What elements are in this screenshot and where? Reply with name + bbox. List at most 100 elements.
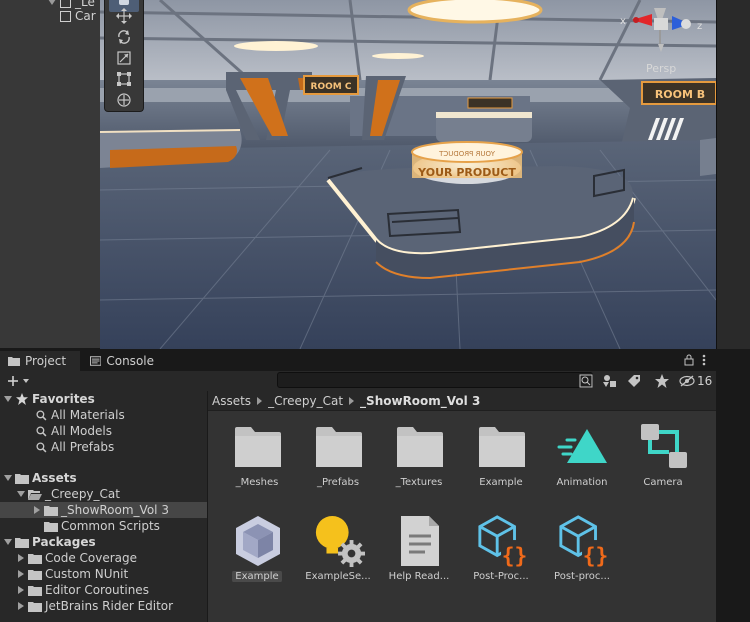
asset-label: Example (479, 477, 523, 488)
expand-arrow-icon[interactable] (3, 537, 13, 547)
expand-arrow-icon[interactable] (16, 569, 26, 579)
transform-tool-palette (104, 0, 144, 112)
rotate-tool-button[interactable] (109, 27, 139, 47)
tab-project[interactable]: Project (0, 351, 80, 371)
asset-label: _Prefabs (316, 477, 360, 488)
folder-icon (313, 421, 365, 473)
tree-item-code-coverage[interactable]: Code Coverage (0, 550, 207, 566)
asset-tile-example-folder[interactable]: Example (462, 421, 540, 501)
tree-item-favorites[interactable]: Favorites (0, 391, 207, 407)
tree-item-packages[interactable]: Packages (0, 534, 207, 550)
expand-arrow-icon[interactable] (16, 553, 26, 563)
scale-tool-button[interactable] (109, 48, 139, 68)
tree-item-label: Packages (32, 535, 96, 549)
asset-tile-example-settings[interactable]: ExampleSe... (299, 515, 377, 595)
tree-item-creepy-cat[interactable]: _Creepy_Cat (0, 486, 207, 502)
tag-icon (628, 375, 640, 387)
tree-item-all-materials[interactable]: All Materials (0, 407, 207, 423)
eye-slash-icon (679, 375, 695, 387)
camera-graph-icon (638, 421, 690, 473)
svg-text:{}: {} (583, 543, 609, 568)
expand-arrow-icon[interactable] (48, 0, 56, 5)
tab-console[interactable]: Console (82, 351, 162, 371)
asset-label: Post-Proc... (473, 571, 529, 582)
expand-arrow-icon[interactable] (3, 394, 13, 404)
asset-tile-textures[interactable]: _Textures (380, 421, 458, 501)
folder-icon (44, 520, 58, 532)
folder-icon (44, 504, 58, 516)
window-tab-bar: Project Console (0, 351, 716, 371)
chevron-right-icon (349, 396, 355, 405)
asset-label: Post-proc... (554, 571, 610, 582)
hierarchy-item[interactable]: Car (60, 9, 96, 23)
text-document-icon (394, 515, 446, 567)
asset-tile-post-processing-2[interactable]: {} Post-proc... (543, 515, 621, 595)
shapes-icon (603, 375, 616, 387)
breadcrumb-item[interactable]: _Creepy_Cat (268, 394, 343, 408)
create-dropdown-button[interactable] (4, 373, 34, 389)
svg-text:{}: {} (502, 543, 527, 568)
x-axis-label: x (620, 16, 626, 27)
expand-arrow-icon[interactable] (3, 473, 13, 483)
asset-tile-post-processing-1[interactable]: {} Post-Proc... (462, 515, 540, 595)
breadcrumb-item-current[interactable]: _ShowRoom_Vol 3 (360, 394, 480, 408)
asset-label: _Meshes (235, 477, 279, 488)
move-tool-button[interactable] (109, 6, 139, 26)
hidden-packages-button[interactable] (679, 373, 695, 389)
tree-item-label: All Models (51, 424, 112, 438)
tree-item-showroom[interactable]: _ShowRoom_Vol 3 (0, 502, 207, 518)
rotate-icon (118, 30, 130, 44)
asset-tile-camera[interactable]: Camera (624, 421, 702, 501)
tree-item-editor-coroutines[interactable]: Editor Coroutines (0, 582, 207, 598)
expand-arrow-icon[interactable] (32, 505, 42, 515)
tab-label: Project (25, 354, 67, 368)
breadcrumb-item[interactable]: Assets (212, 394, 251, 408)
room-c-sign: ROOM C (311, 82, 352, 92)
expand-arrow-icon[interactable] (16, 585, 26, 595)
filter-by-type-button[interactable] (602, 373, 618, 389)
tree-item-all-models[interactable]: All Models (0, 423, 207, 439)
move-arrows-icon (116, 8, 132, 24)
tree-item-label: Assets (32, 471, 77, 485)
expand-arrow-icon[interactable] (16, 489, 26, 499)
hierarchy-item[interactable]: _Le (48, 0, 95, 9)
folder-icon (15, 536, 29, 548)
favorites-button[interactable] (654, 373, 670, 389)
rect-tool-button[interactable] (109, 69, 139, 89)
search-input[interactable] (277, 372, 593, 388)
tree-item-label: Code Coverage (45, 551, 138, 565)
tree-item-label: Common Scripts (61, 519, 160, 533)
projection-label[interactable]: Persp (646, 62, 676, 75)
tree-item-all-prefabs[interactable]: All Prefabs (0, 439, 207, 455)
search-icon (34, 409, 48, 421)
project-toolbar: 16 (0, 371, 716, 391)
scene-view[interactable]: ROOM C ROOM B YOUR PRODUCT YOUR PRODUCT … (100, 0, 716, 349)
filter-by-label-button[interactable] (626, 373, 642, 389)
asset-label: Animation (556, 477, 608, 488)
transform-tool-button[interactable] (109, 90, 139, 110)
asset-tile-animation[interactable]: Animation (543, 421, 621, 501)
script-asset-icon: {} (476, 515, 528, 568)
asset-tile-help-readme[interactable]: Help Read... (380, 515, 458, 595)
asset-label: Help Read... (388, 571, 450, 582)
tree-item-label: _Creepy_Cat (45, 487, 120, 501)
tree-item-jetbrains-rider[interactable]: JetBrains Rider Editor (0, 598, 207, 614)
tree-item-assets[interactable]: Assets (0, 470, 207, 486)
lock-icon[interactable] (684, 354, 694, 366)
hierarchy-item-label: Car (75, 9, 96, 23)
expand-arrow-icon[interactable] (16, 601, 26, 611)
search-by-type-button[interactable] (578, 373, 594, 389)
asset-tile-meshes[interactable]: _Meshes (218, 421, 296, 501)
tree-item-custom-nunit[interactable]: Custom NUnit (0, 566, 207, 582)
console-icon (90, 356, 102, 366)
folder-tree: Favorites All Materials All Models All P… (0, 391, 207, 622)
asset-tile-prefabs[interactable]: _Prefabs (299, 421, 377, 501)
folder-icon (232, 421, 284, 473)
project-window: Project Console 16 Favorites All Materia… (0, 351, 716, 622)
animation-icon (557, 421, 609, 473)
more-options-icon[interactable] (702, 354, 706, 366)
tree-item-common-scripts[interactable]: Common Scripts (0, 518, 207, 534)
folder-icon (28, 600, 42, 612)
product-sign-front: YOUR PRODUCT (417, 166, 516, 179)
asset-tile-example-scene[interactable]: Example (218, 515, 296, 595)
